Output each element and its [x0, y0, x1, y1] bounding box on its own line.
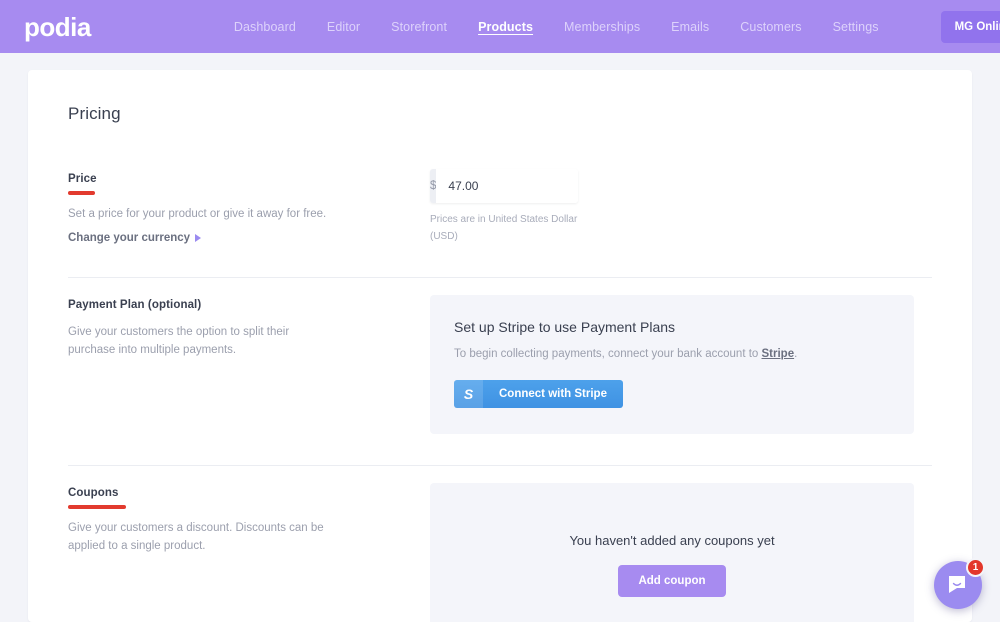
podia-logo[interactable]: podia: [24, 14, 91, 40]
coupons-info: Coupons Give your customers a discount. …: [68, 483, 430, 556]
page-body: Pricing Price Set a price for your produ…: [0, 53, 1000, 622]
nav-link-emails[interactable]: Emails: [671, 20, 709, 34]
payment-plan-info: Payment Plan (optional) Give your custom…: [68, 295, 430, 360]
coupons-empty-panel: You haven't added any coupons yet Add co…: [430, 483, 914, 622]
stripe-panel-text: To begin collecting payments, connect yo…: [454, 346, 890, 363]
connect-with-stripe-label: Connect with Stripe: [499, 388, 607, 401]
connect-with-stripe-button[interactable]: S Connect with Stripe: [454, 380, 623, 409]
payment-plan-controls: Set up Stripe to use Payment Plans To be…: [430, 294, 932, 435]
price-description: Set a price for your product or give it …: [68, 208, 327, 220]
stripe-setup-panel: Set up Stripe to use Payment Plans To be…: [430, 294, 914, 435]
price-section: Price Set a price for your product or gi…: [68, 152, 932, 246]
stripe-link[interactable]: Stripe: [762, 348, 795, 360]
nav-link-settings[interactable]: Settings: [833, 20, 879, 34]
chat-launcher-button[interactable]: 1: [934, 558, 985, 609]
add-coupon-button[interactable]: Add coupon: [618, 565, 726, 598]
stripe-panel-text-after: .: [794, 347, 798, 360]
nav-link-memberships[interactable]: Memberships: [564, 20, 640, 34]
nav-link-customers[interactable]: Customers: [740, 20, 801, 34]
price-currency-note: Prices are in United States Dollar (USD): [430, 214, 578, 242]
stripe-s-icon: S: [454, 380, 483, 409]
pricing-card: Pricing Price Set a price for your produ…: [28, 70, 972, 622]
price-field[interactable]: $: [430, 169, 578, 203]
payment-plan-label: Payment Plan (optional): [68, 298, 202, 311]
coupons-description: Give your customers a discount. Discount…: [68, 522, 324, 552]
stripe-panel-text-before: To begin collecting payments, connect yo…: [454, 347, 762, 360]
coupons-annotation-underline: [68, 505, 126, 510]
price-section-controls: $ Prices are in United States Dollar (US…: [430, 169, 932, 245]
change-currency-link[interactable]: Change your currency: [68, 231, 202, 244]
nav-link-products[interactable]: Products: [478, 20, 533, 34]
caret-right-icon: [195, 233, 202, 242]
account-switcher-button[interactable]: MG Online Course Discounts: [940, 10, 1000, 43]
price-label: Price: [68, 173, 97, 185]
primary-nav: Dashboard Editor Storefront Products Mem…: [234, 10, 1000, 43]
coupons-controls: You haven't added any coupons yet Add co…: [430, 483, 932, 622]
chat-bubble-icon: [949, 576, 965, 593]
stripe-panel-title: Set up Stripe to use Payment Plans: [454, 318, 676, 335]
price-section-info: Price Set a price for your product or gi…: [68, 169, 430, 246]
nav-link-dashboard[interactable]: Dashboard: [234, 20, 296, 34]
price-input[interactable]: [436, 169, 578, 203]
account-name-label: MG Online Course Discounts: [954, 20, 1000, 33]
nav-link-storefront[interactable]: Storefront: [391, 20, 447, 34]
page-title: Pricing: [68, 104, 121, 123]
price-annotation-underline: [68, 191, 95, 195]
coupons-label: Coupons: [68, 487, 119, 500]
top-navigation-bar: podia Dashboard Editor Storefront Produc…: [0, 0, 1000, 53]
chat-unread-badge: 1: [966, 558, 985, 577]
payment-plan-description: Give your customers the option to split …: [68, 325, 290, 356]
coupons-section: Coupons Give your customers a discount. …: [68, 466, 932, 622]
change-currency-label: Change your currency: [68, 231, 191, 244]
payment-plan-section: Payment Plan (optional) Give your custom…: [68, 278, 932, 435]
coupons-empty-message: You haven't added any coupons yet: [569, 533, 775, 549]
nav-link-editor[interactable]: Editor: [327, 20, 360, 34]
